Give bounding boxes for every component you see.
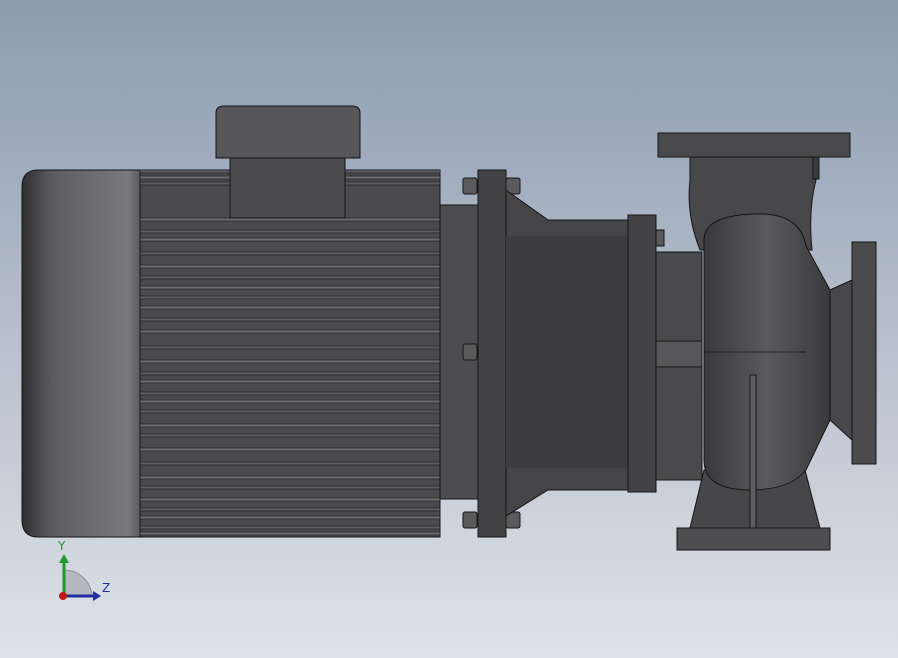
volute-rib (749, 374, 757, 529)
pump-flange (627, 214, 657, 493)
cooling-fin (139, 229, 441, 234)
cooling-fin (139, 379, 441, 384)
cooling-fin (139, 461, 441, 466)
suction-flange (851, 241, 877, 465)
cooling-fin (139, 295, 441, 300)
pump-model-drawing[interactable] (0, 0, 898, 658)
pump-flange-bolt (655, 229, 665, 247)
cooling-fin (139, 285, 441, 290)
bracket-body (506, 236, 628, 468)
terminal-box-stem (229, 157, 346, 219)
motor-flange (477, 169, 507, 538)
cooling-fin (139, 409, 441, 414)
model-viewport[interactable]: Y Z (0, 0, 898, 658)
discharge-flange (657, 132, 851, 158)
cooling-fin (139, 485, 441, 490)
flange-bolt (462, 343, 478, 361)
cooling-fin (139, 507, 441, 512)
discharge-flange-tab (812, 156, 820, 180)
pump-foot (676, 527, 831, 551)
cooling-fin (139, 359, 441, 364)
motor-end-cap (21, 169, 141, 538)
flange-bolt (462, 177, 478, 195)
x-axis-dot (59, 592, 67, 600)
cooling-fin (139, 329, 441, 334)
cooling-fin (139, 237, 441, 242)
cooling-fin (139, 251, 441, 256)
cooling-fin (139, 317, 441, 322)
terminal-box-lid (215, 105, 361, 159)
cooling-fin (139, 264, 441, 269)
cooling-fin (139, 515, 441, 520)
y-axis-label: Y (58, 539, 66, 553)
cooling-fin (139, 525, 441, 530)
cooling-fin (139, 531, 441, 536)
cooling-fin (139, 497, 441, 502)
cooling-fin (139, 391, 441, 396)
cooling-fin (139, 447, 441, 452)
shaft (655, 340, 703, 368)
cooling-fin (139, 371, 441, 376)
z-axis-label: Z (102, 581, 111, 595)
cooling-fin (139, 399, 441, 404)
cooling-fin (139, 275, 441, 280)
motor-housing (139, 169, 441, 538)
cooling-fin (139, 423, 441, 428)
cooling-fin (139, 345, 441, 350)
cooling-fin (139, 475, 441, 480)
suction-nozzle (829, 279, 853, 442)
motor[interactable] (21, 105, 479, 538)
cooling-fin (139, 305, 441, 310)
cooling-fin (139, 433, 441, 438)
flange-bolt (462, 511, 478, 529)
